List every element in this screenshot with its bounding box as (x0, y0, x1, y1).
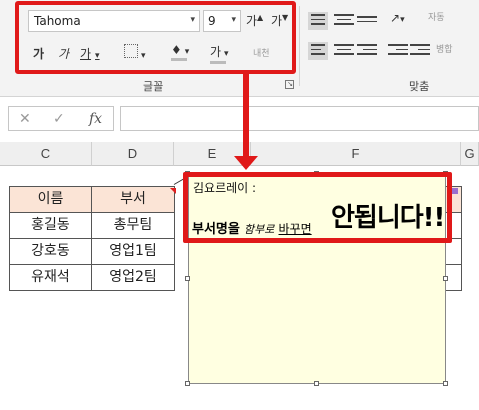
ribbon-separator (299, 6, 300, 86)
decrease-indent-button[interactable] (388, 44, 408, 62)
resize-handle[interactable] (443, 381, 448, 386)
formula-buttons: ✕ ✓ fx (8, 106, 114, 131)
resize-handle[interactable] (314, 381, 319, 386)
table-cell[interactable]: 홍길동 (9, 212, 92, 239)
alignment-group-label: 맞춤 (409, 80, 430, 93)
orientation-icon: ↗ (390, 11, 401, 25)
table-cell[interactable]: 영업2팀 (91, 264, 175, 291)
align-left-button[interactable] (308, 42, 328, 60)
table-edge-line (445, 264, 462, 265)
annotation-arrow (243, 70, 249, 159)
table-header-cell[interactable]: 이름 (9, 186, 92, 213)
comment-indicator-icon (452, 188, 458, 194)
align-center-button[interactable] (334, 44, 354, 62)
comment-marker-icon (170, 188, 176, 194)
column-header-c[interactable]: C (0, 142, 92, 166)
table-cell[interactable]: 총무팀 (91, 212, 175, 239)
font-group-label: 글꼴 (143, 80, 164, 93)
column-header-g[interactable]: G (461, 142, 479, 166)
align-bottom-button[interactable] (357, 16, 377, 34)
table-cell[interactable]: 영업1팀 (91, 238, 175, 265)
font-group-highlight (15, 1, 296, 74)
dialog-launcher-icon[interactable]: ↘ (285, 80, 294, 89)
align-top-button[interactable] (308, 12, 328, 30)
align-right-button[interactable] (357, 44, 377, 62)
cancel-icon[interactable]: ✕ (19, 111, 31, 127)
merge-label: 병합 (436, 45, 453, 55)
table-cell[interactable]: 강호동 (9, 238, 92, 265)
wrap-text-button[interactable]: 자동 (428, 10, 445, 23)
resize-handle[interactable] (185, 276, 190, 281)
ribbon: Tahoma ▾ 9 ▾ 가▲ 가▼ 가 가 가 ▾ ▾ ♦ ▾ 가 ▾ 내천 … (0, 0, 479, 96)
insert-function-button[interactable]: fx (89, 111, 102, 127)
resize-handle[interactable] (185, 381, 190, 386)
comment-highlight (183, 172, 452, 243)
formula-input[interactable] (120, 106, 479, 131)
table-header-cell[interactable]: 부서 (91, 186, 175, 213)
resize-handle[interactable] (443, 276, 448, 281)
wrap-text-label: 자동 (428, 13, 445, 23)
formula-bar: ✕ ✓ fx (0, 96, 479, 142)
align-middle-button[interactable] (334, 14, 354, 32)
column-header-d[interactable]: D (92, 142, 174, 166)
increase-indent-button[interactable] (410, 44, 430, 62)
column-header-f[interactable]: F (251, 142, 461, 166)
arrow-down-icon (234, 156, 258, 170)
confirm-icon[interactable]: ✓ (53, 111, 65, 127)
table-cell[interactable]: 유재석 (9, 264, 92, 291)
merge-button[interactable]: 병합 (436, 42, 453, 55)
orientation-button[interactable]: ↗▾ (390, 11, 405, 25)
